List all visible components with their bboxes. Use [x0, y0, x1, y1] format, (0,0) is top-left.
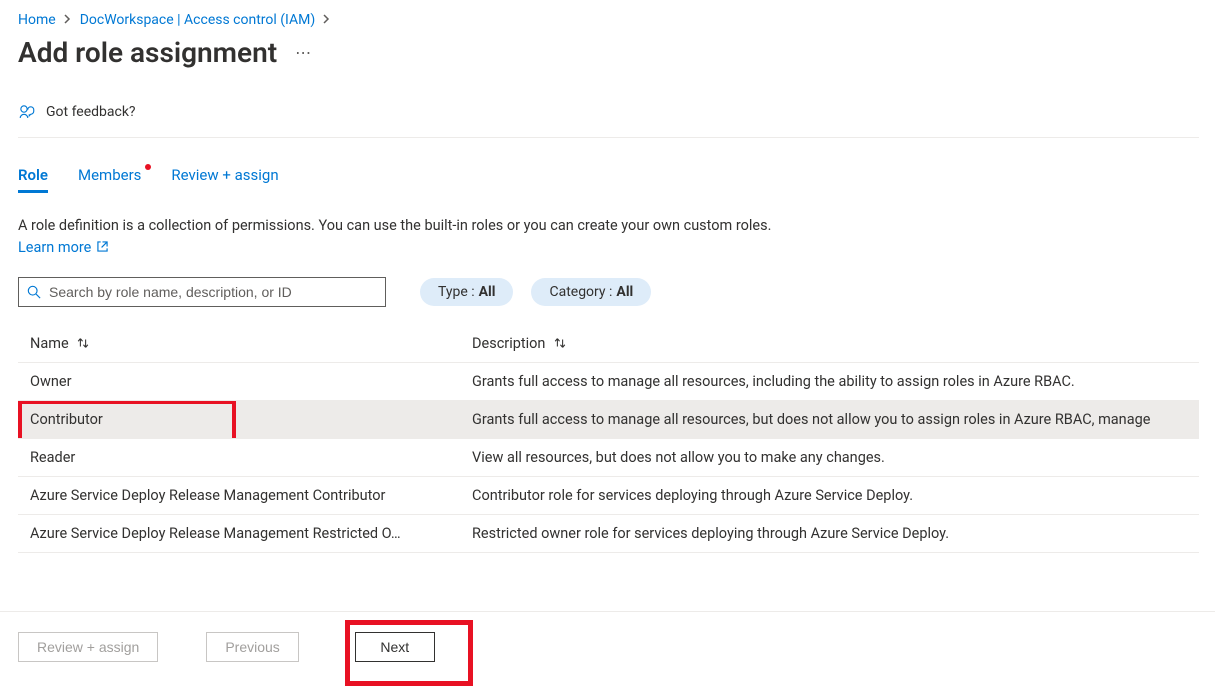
- breadcrumb-workspace[interactable]: DocWorkspace | Access control (IAM): [80, 12, 316, 28]
- attention-dot-icon: [145, 164, 151, 170]
- chevron-right-icon: [64, 13, 72, 27]
- wizard-tabs: Role Members Review + assign: [18, 166, 1199, 193]
- page-title: Add role assignment: [18, 36, 277, 69]
- filter-category-value: All: [616, 284, 633, 300]
- role-name: Owner: [18, 363, 460, 401]
- table-row[interactable]: Owner Grants full access to manage all r…: [18, 363, 1199, 401]
- role-description: View all resources, but does not allow y…: [460, 439, 1199, 477]
- review-assign-button[interactable]: Review + assign: [18, 632, 158, 662]
- sort-icon: [76, 336, 90, 350]
- chevron-right-icon: [323, 13, 331, 27]
- search-input[interactable]: [49, 284, 377, 300]
- filter-type-value: All: [479, 284, 496, 300]
- external-link-icon: [97, 241, 108, 252]
- role-name: Azure Service Deploy Release Management …: [18, 515, 460, 553]
- table-row[interactable]: Contributor Grants full access to manage…: [18, 401, 1199, 439]
- learn-more-label: Learn more: [18, 239, 91, 256]
- table-row[interactable]: Reader View all resources, but does not …: [18, 439, 1199, 477]
- next-button[interactable]: Next: [355, 632, 435, 662]
- feedback-icon: [18, 103, 36, 121]
- role-search-box[interactable]: [18, 277, 386, 307]
- filter-category-pill[interactable]: Category : All: [531, 278, 651, 306]
- filter-type-pill[interactable]: Type : All: [420, 278, 513, 306]
- table-row[interactable]: Azure Service Deploy Release Management …: [18, 477, 1199, 515]
- sort-icon: [553, 336, 567, 350]
- feedback-link-row[interactable]: Got feedback?: [18, 103, 1199, 138]
- breadcrumb: Home DocWorkspace | Access control (IAM): [18, 12, 1199, 28]
- previous-button[interactable]: Previous: [206, 632, 298, 662]
- role-name: Contributor: [18, 401, 460, 439]
- tab-members[interactable]: Members: [78, 166, 141, 192]
- role-name: Azure Service Deploy Release Management …: [18, 477, 460, 515]
- role-description: Restricted owner role for services deplo…: [460, 515, 1199, 553]
- learn-more-link[interactable]: Learn more: [18, 239, 108, 256]
- filter-type-label: Type :: [438, 284, 475, 300]
- column-header-description[interactable]: Description: [460, 327, 1199, 363]
- search-icon: [27, 285, 41, 299]
- role-name: Reader: [18, 439, 460, 477]
- column-header-name[interactable]: Name: [18, 327, 460, 363]
- feedback-label: Got feedback?: [46, 104, 136, 120]
- breadcrumb-home[interactable]: Home: [18, 12, 56, 28]
- tab-role[interactable]: Role: [18, 166, 48, 192]
- role-description: Contributor role for services deploying …: [460, 477, 1199, 515]
- roles-table: Name Description Owner Gran: [18, 327, 1199, 553]
- filter-category-label: Category :: [549, 284, 612, 300]
- tab-members-label: Members: [78, 166, 141, 184]
- table-row[interactable]: Azure Service Deploy Release Management …: [18, 515, 1199, 553]
- role-tab-description: A role definition is a collection of per…: [18, 215, 798, 259]
- description-text: A role definition is a collection of per…: [18, 217, 771, 234]
- role-description: Grants full access to manage all resourc…: [460, 401, 1199, 439]
- tab-review-assign[interactable]: Review + assign: [171, 166, 278, 192]
- wizard-footer: Review + assign Previous Next: [0, 611, 1215, 681]
- role-description: Grants full access to manage all resourc…: [460, 363, 1199, 401]
- column-description-label: Description: [472, 335, 545, 352]
- column-name-label: Name: [30, 335, 69, 352]
- more-options-button[interactable]: ⋯: [291, 43, 315, 62]
